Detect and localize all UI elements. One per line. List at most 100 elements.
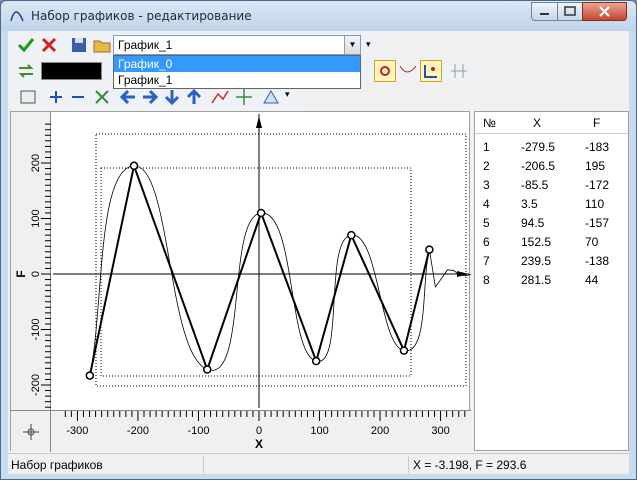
chart-settings-icon xyxy=(263,90,279,104)
settings-button[interactable] xyxy=(261,86,283,108)
y-axis-arrow xyxy=(256,116,262,128)
graph-option-1[interactable]: График_1 xyxy=(114,72,360,88)
graph-select[interactable]: График_1 ▼ xyxy=(113,35,361,55)
col-header-x: X xyxy=(533,116,542,130)
x-tick-label: -100 xyxy=(187,425,209,437)
pan-up-button[interactable] xyxy=(183,86,205,108)
data-point xyxy=(399,346,409,355)
status-bar: Набор графиков X = -3.198, F = 293.6 xyxy=(8,453,629,474)
table-row[interactable]: 3 -85.5 -172 xyxy=(475,176,628,195)
dropdown-arrow-icon[interactable]: ▾ xyxy=(285,89,290,100)
data-point xyxy=(203,365,212,374)
table-row[interactable]: 1 -279.5 -183 xyxy=(475,138,628,157)
curve-mode-button[interactable] xyxy=(397,60,419,82)
fit-window-icon xyxy=(20,90,36,104)
x-tick-label: -200 xyxy=(127,425,149,437)
row-index: 8 xyxy=(483,273,490,287)
cancel-button[interactable] xyxy=(38,34,60,56)
title-bar[interactable]: Набор графиков - редактирование xyxy=(1,1,636,31)
row-x-value: -85.5 xyxy=(521,178,549,192)
curve-tail xyxy=(428,249,471,288)
x-axis-label: X xyxy=(255,437,263,451)
table-header: № X F xyxy=(475,112,628,134)
data-point xyxy=(347,230,356,240)
y-tick-label: -100 xyxy=(30,318,42,340)
row-f-value: -172 xyxy=(585,178,610,192)
row-f-value: 70 xyxy=(585,235,599,249)
grid-mode-button[interactable] xyxy=(448,60,470,82)
graph-option-0[interactable]: График_0 xyxy=(114,56,360,72)
zoom-in-button[interactable] xyxy=(45,86,67,108)
window-title: Набор графиков - редактирование xyxy=(31,9,252,23)
chevron-down-icon[interactable]: ▼ xyxy=(344,36,360,54)
save-button[interactable] xyxy=(68,34,90,56)
marker-mode-button[interactable] xyxy=(420,60,442,82)
folder-open-icon xyxy=(93,40,111,53)
minimize-icon xyxy=(540,13,549,15)
row-f-value: -183 xyxy=(585,140,610,154)
scale-button[interactable] xyxy=(233,86,255,108)
row-f-value: -157 xyxy=(585,216,610,230)
status-cursor-coordinates: X = -3.198, F = 293.6 xyxy=(413,458,527,472)
client-area: График_1 ▼ График_0 График_1 ▾ ▾ -300 -2… xyxy=(8,31,629,474)
status-separator xyxy=(203,456,204,473)
status-left: Набор графиков xyxy=(11,458,103,472)
close-button[interactable] xyxy=(582,2,627,21)
x-tick-label: -300 xyxy=(66,425,88,437)
x-tick-label: 300 xyxy=(431,425,449,437)
table-row[interactable]: 5 94.5 -157 xyxy=(475,214,628,233)
data-point xyxy=(311,356,321,366)
x-tick-label: 200 xyxy=(371,425,389,437)
row-index: 6 xyxy=(483,235,490,249)
main-window: Набор графиков - редактирование График_1… xyxy=(0,0,637,480)
x-tick-label: 0 xyxy=(256,425,262,437)
arrow-right-icon xyxy=(143,89,159,105)
apply-button[interactable] xyxy=(15,34,37,56)
data-point xyxy=(256,208,266,218)
red-cross-icon xyxy=(41,37,57,53)
maximize-icon xyxy=(564,6,576,16)
row-index: 1 xyxy=(483,140,490,154)
graph-app-icon xyxy=(10,11,24,22)
y-axis-label: F xyxy=(14,270,28,277)
minimize-button[interactable] xyxy=(531,2,558,21)
zoom-reset-button[interactable] xyxy=(91,86,113,108)
row-x-value: 281.5 xyxy=(521,273,552,287)
table-row[interactable]: 2 -206.5 195 xyxy=(475,157,628,176)
pan-left-button[interactable] xyxy=(117,86,139,108)
interpolated-curve xyxy=(89,165,430,376)
table-row[interactable]: 7 239.5 -138 xyxy=(475,252,628,271)
table-row[interactable]: 6 152.5 70 xyxy=(475,233,628,252)
curve-mode-icon xyxy=(399,65,417,73)
col-header-f: F xyxy=(593,116,601,130)
pan-right-button[interactable] xyxy=(139,86,161,108)
arrow-up-icon xyxy=(186,88,202,104)
maximize-button[interactable] xyxy=(557,2,583,21)
open-button[interactable] xyxy=(91,34,113,56)
y-tick-label: 200 xyxy=(30,154,42,172)
row-x-value: 239.5 xyxy=(521,254,552,268)
data-polyline xyxy=(88,162,431,376)
table-row[interactable]: 8 281.5 44 xyxy=(475,271,628,290)
row-x-value: 152.5 xyxy=(521,235,552,249)
row-x-value: -206.5 xyxy=(521,159,556,173)
data-point xyxy=(425,245,434,254)
line-color-swatch[interactable] xyxy=(41,62,102,80)
row-f-value: 195 xyxy=(585,159,606,173)
trend-icon xyxy=(211,90,229,104)
close-icon xyxy=(599,6,610,17)
trend-button[interactable] xyxy=(209,86,231,108)
data-bounds-frame xyxy=(100,167,412,377)
swap-button[interactable] xyxy=(15,60,37,82)
overflow-chevron-icon[interactable]: ▾ xyxy=(366,39,371,50)
x-tick-label: 100 xyxy=(310,425,328,437)
zoom-out-button[interactable] xyxy=(67,86,89,108)
row-index: 2 xyxy=(483,159,490,173)
table-row[interactable]: 4 3.5 110 xyxy=(475,195,628,214)
arrow-down-icon xyxy=(164,90,180,106)
row-index: 4 xyxy=(483,197,490,211)
point-mode-button[interactable] xyxy=(374,60,396,82)
plot-area[interactable]: -300 -200 -100 0 100 200 300 200 100 0 -100 -200 X F xyxy=(10,111,471,452)
fit-button[interactable] xyxy=(17,86,39,108)
pan-down-button[interactable] xyxy=(161,86,183,108)
